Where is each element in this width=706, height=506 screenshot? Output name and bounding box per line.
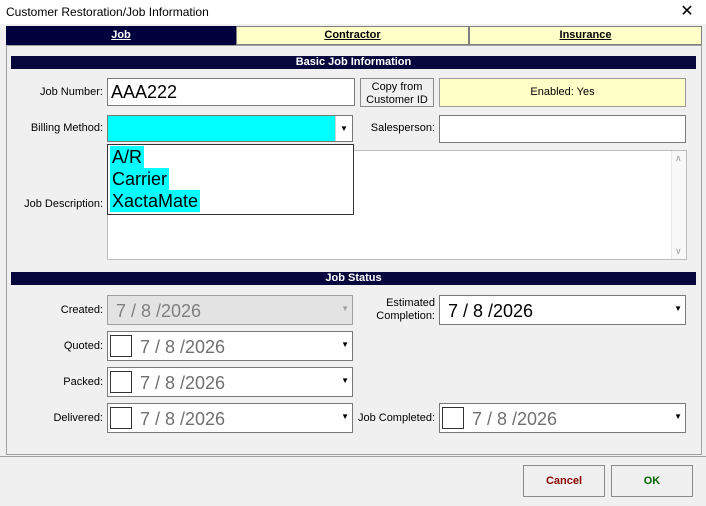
chevron-down-icon[interactable]: ▼ [341, 376, 349, 385]
job-completed-checkbox[interactable] [442, 407, 464, 429]
delivered-date-picker[interactable]: 7 / 8 /2026 ▼ [107, 403, 353, 433]
scroll-down-icon[interactable]: ∨ [675, 246, 682, 257]
close-icon[interactable]: ✕ [676, 2, 698, 22]
copy-button-line1: Copy from [371, 81, 423, 93]
chevron-down-icon[interactable]: ▼ [674, 304, 682, 313]
quoted-date-picker[interactable]: 7 / 8 /2026 ▼ [107, 331, 353, 361]
chevron-down-icon[interactable]: ▼ [335, 116, 352, 141]
scroll-up-icon[interactable]: ∧ [675, 153, 682, 164]
billing-method-select[interactable]: ▼ [107, 115, 353, 142]
salesperson-label: Salesperson: [370, 122, 435, 134]
ok-button[interactable]: OK [611, 465, 693, 497]
title-bar: Customer Restoration/Job Information ✕ [0, 0, 706, 24]
tab-insurance[interactable]: Insurance [469, 26, 702, 45]
job-number-input[interactable]: AAA222 [107, 78, 355, 106]
basic-info-header: Basic Job Information [11, 56, 696, 69]
job-completed-date-picker[interactable]: 7 / 8 /2026 ▼ [439, 403, 686, 433]
job-completed-date: 7 / 8 /2026 [472, 409, 558, 429]
delivered-date: 7 / 8 /2026 [140, 409, 226, 429]
billing-option-carrier[interactable]: Carrier [110, 168, 170, 190]
billing-option-ar[interactable]: A/R [110, 146, 145, 168]
billing-method-label: Billing Method: [30, 122, 103, 134]
packed-date: 7 / 8 /2026 [140, 373, 226, 393]
tab-contractor[interactable]: Contractor [236, 26, 469, 45]
cancel-button[interactable]: Cancel [523, 465, 605, 497]
packed-checkbox[interactable] [110, 371, 132, 393]
packed-date-picker[interactable]: 7 / 8 /2026 ▼ [107, 367, 353, 397]
footer-divider [0, 456, 706, 457]
job-number-label: Job Number: [40, 86, 103, 98]
billing-method-dropdown: A/R Carrier XactaMate [107, 144, 354, 215]
chevron-down-icon[interactable]: ▼ [674, 412, 682, 421]
chevron-down-icon: ▼ [341, 304, 349, 313]
chevron-down-icon[interactable]: ▼ [341, 412, 349, 421]
quoted-date: 7 / 8 /2026 [140, 337, 226, 357]
job-panel: Basic Job Information Job Number: AAA222… [6, 45, 702, 455]
copy-button-line2: Customer ID [366, 94, 428, 106]
packed-label: Packed: [63, 376, 103, 388]
estimated-label-line2: Completion: [376, 310, 435, 322]
created-date-picker: 7 / 8 /2026 ▼ [107, 295, 353, 325]
billing-option-xactamate[interactable]: XactaMate [110, 190, 201, 212]
tab-strip: Job Contractor Insurance [6, 26, 702, 45]
enabled-status: Enabled: Yes [439, 78, 686, 107]
delivered-checkbox[interactable] [110, 407, 132, 429]
window-title: Customer Restoration/Job Information [6, 5, 209, 19]
created-label: Created: [60, 304, 103, 316]
estimated-label-line1: Estimated [386, 297, 435, 309]
salesperson-input[interactable] [439, 115, 686, 143]
estimated-completion-date: 7 / 8 /2026 [448, 301, 534, 321]
job-status-header: Job Status [11, 272, 696, 285]
delivered-label: Delivered: [53, 412, 103, 424]
tab-job[interactable]: Job [6, 26, 236, 45]
created-date: 7 / 8 /2026 [116, 301, 202, 321]
copy-from-customer-button[interactable]: Copy from Customer ID [360, 78, 434, 107]
description-scrollbar[interactable]: ∧ ∨ [671, 151, 686, 259]
estimated-completion-label: Estimated Completion: [357, 297, 435, 323]
estimated-completion-date-picker[interactable]: 7 / 8 /2026 ▼ [439, 295, 686, 325]
job-completed-label: Job Completed: [357, 412, 435, 424]
job-description-label: Job Description: [24, 198, 103, 210]
chevron-down-icon[interactable]: ▼ [341, 340, 349, 349]
quoted-label: Quoted: [63, 340, 103, 352]
quoted-checkbox[interactable] [110, 335, 132, 357]
